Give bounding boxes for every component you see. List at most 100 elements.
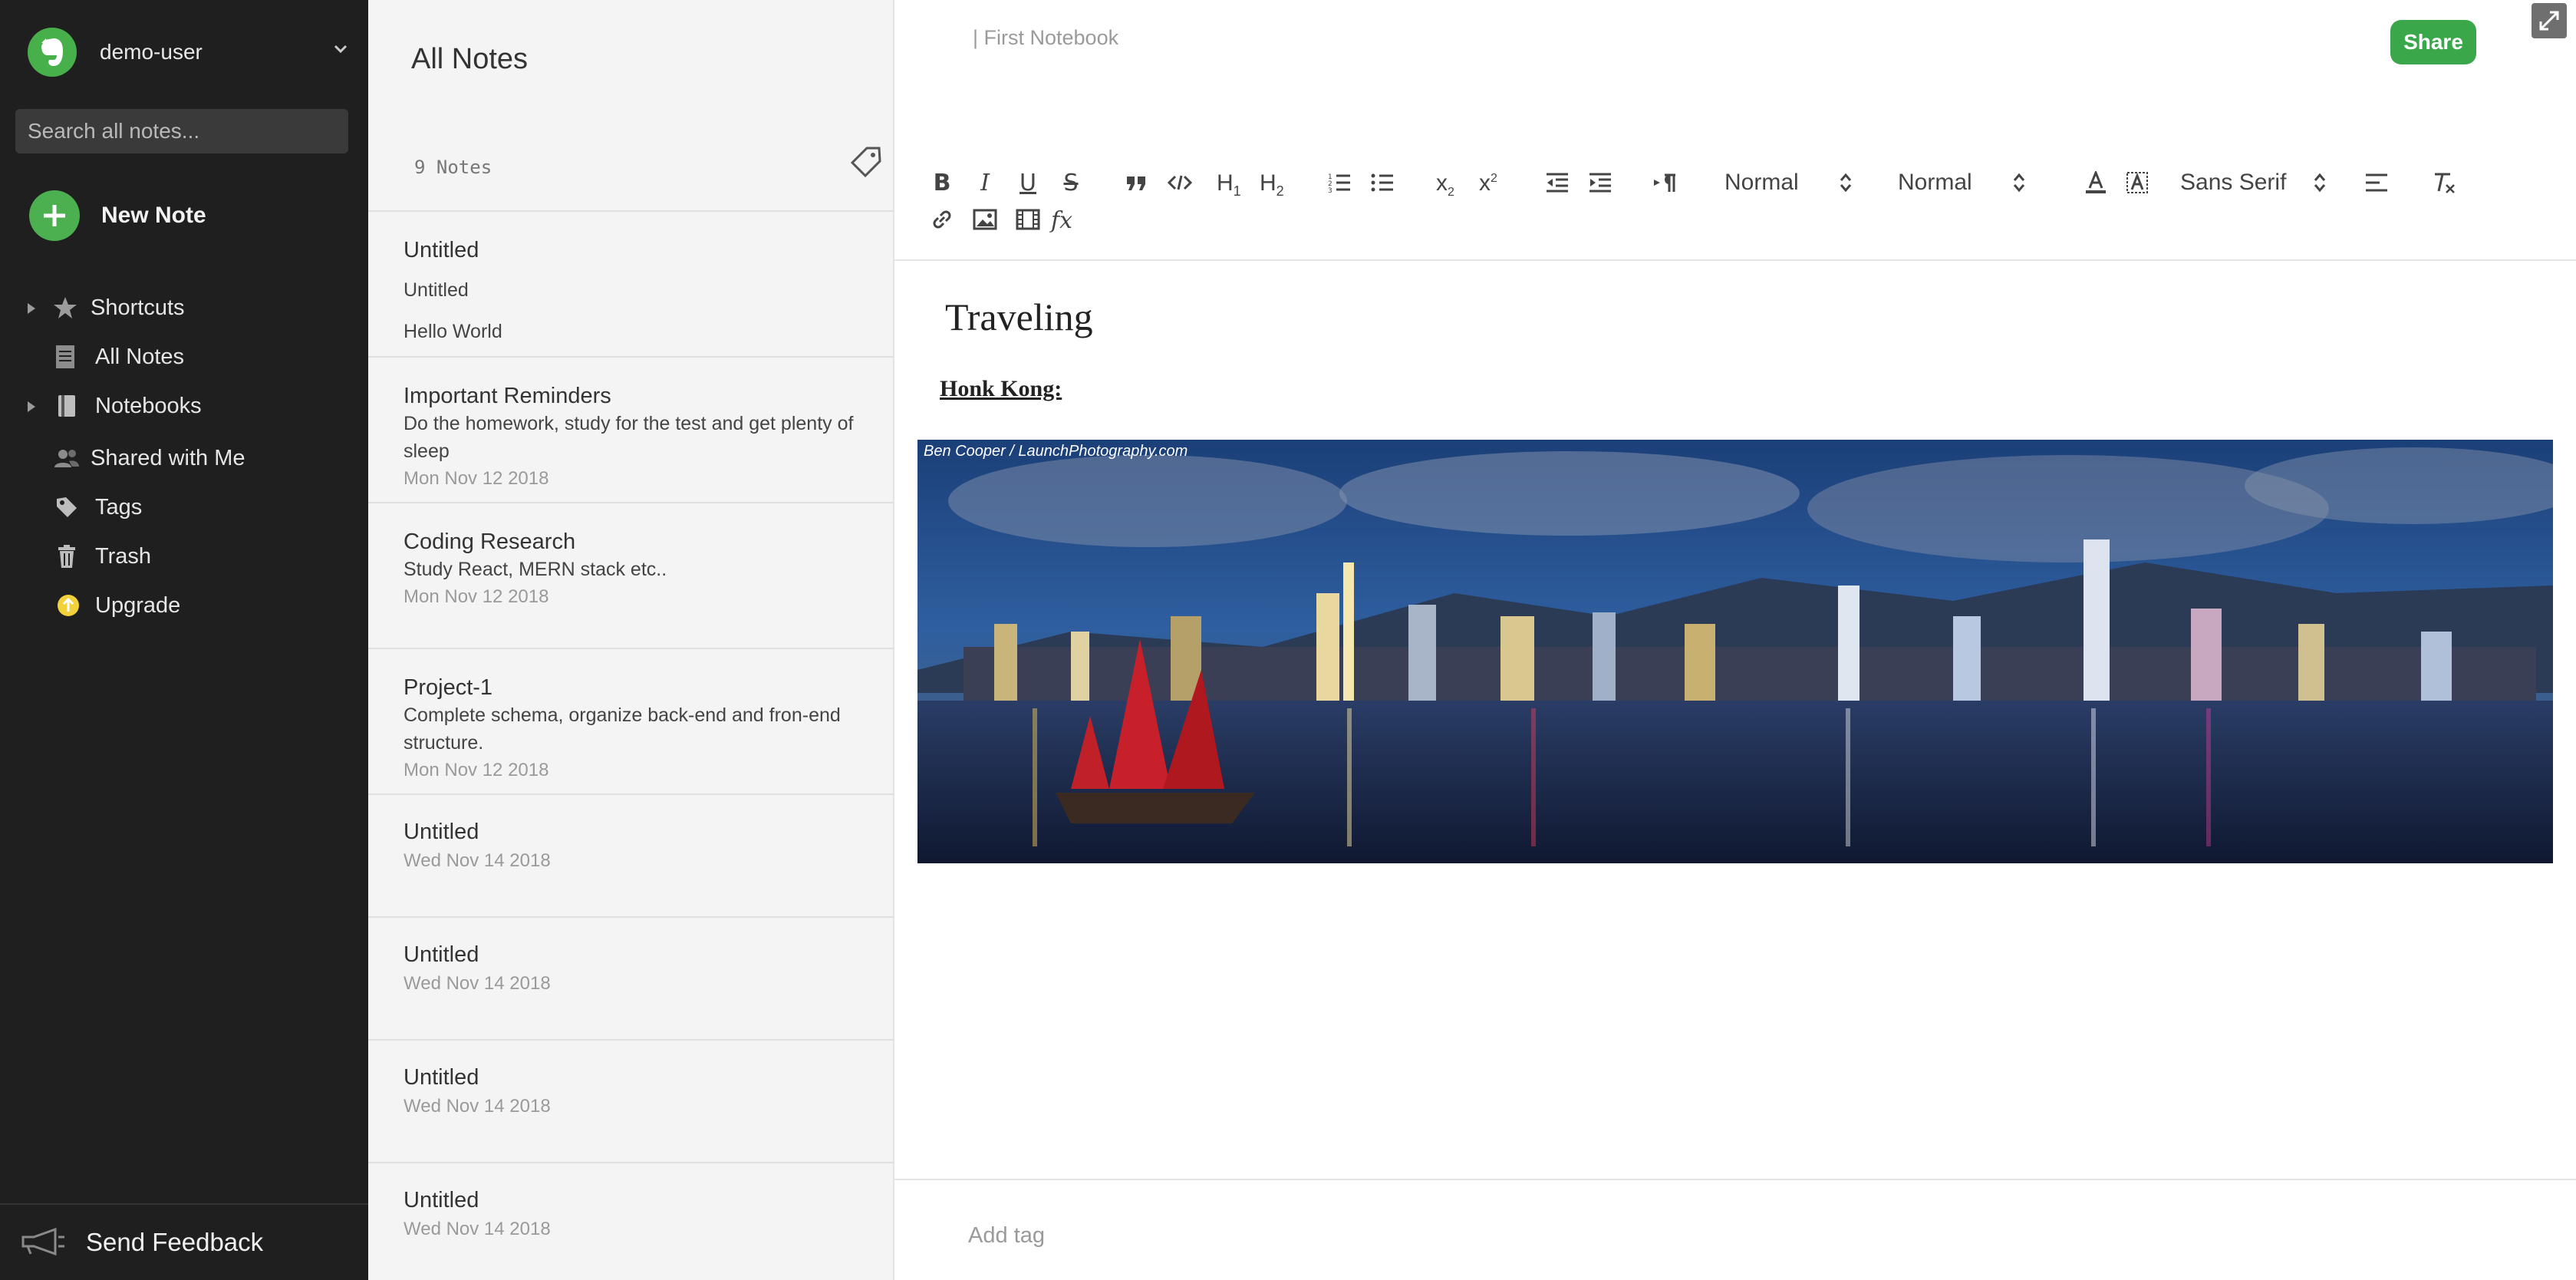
new-note-button[interactable]: New Note [29,190,206,241]
share-button[interactable]: Share [2390,20,2476,64]
video-icon[interactable] [1013,204,1043,235]
trash-icon [54,543,80,569]
megaphone-icon [20,1227,66,1259]
svg-text:3: 3 [1328,187,1332,193]
text-direction-icon[interactable] [1651,167,1682,198]
outdent-icon[interactable] [1542,167,1573,198]
sidebar-item-label: Notebooks [95,393,202,418]
sidebar-item-tags[interactable]: Tags [0,488,368,526]
subscript-icon[interactable]: x2 [1436,170,1454,200]
notes-list-title: All Notes [411,43,529,75]
note-title: Untitled [404,1188,479,1212]
header-select[interactable]: Normal [1724,167,1799,198]
code-block-icon[interactable] [1164,167,1195,198]
superscript-icon[interactable]: x2 [1479,170,1497,196]
note-date: Wed Nov 14 2018 [404,1219,551,1239]
tag-filter-icon[interactable] [850,146,882,182]
blockquote-icon[interactable] [1122,167,1152,198]
sidebar-item-label: All Notes [95,344,185,369]
text-color-icon[interactable] [2080,167,2111,198]
sidebar-item-shortcuts[interactable]: Shortcuts [0,289,368,327]
username: demo-user [100,40,203,64]
document-icon [52,344,78,370]
note-item[interactable]: Coding Research Study React, MERN stack … [368,502,893,648]
note-item[interactable]: Untitled Wed Nov 14 2018 [368,1162,893,1280]
note-title-heading[interactable]: Traveling [945,295,1093,339]
select-caret-icon[interactable] [1840,172,1852,197]
header-select-value: Normal [1724,170,1799,195]
size-select[interactable]: Normal [1898,167,1972,198]
note-snippet: Hello World [404,321,502,342]
note-date: Wed Nov 14 2018 [404,850,551,871]
clear-formatting-icon[interactable] [2429,167,2459,198]
bold-icon[interactable]: B [927,167,957,198]
send-feedback-label: Send Feedback [86,1228,264,1256]
sidebar-item-all-notes[interactable]: All Notes [0,338,368,376]
notebook-selector[interactable]: | First Notebook [973,26,1118,50]
sidebar-item-label: Trash [95,543,152,569]
select-caret-icon[interactable] [2314,172,2326,197]
people-icon [54,445,80,471]
italic-icon[interactable]: I [970,167,1000,198]
formula-icon[interactable]: fx [1051,207,1072,234]
sidebar-item-label: Shared with Me [91,445,245,470]
note-title: Untitled [404,942,479,967]
note-date: Wed Nov 14 2018 [404,1096,551,1117]
note-date: Mon Nov 12 2018 [404,760,549,780]
note-title: Untitled [404,1065,479,1090]
font-select[interactable]: Sans Serif [2180,167,2286,198]
expand-arrow-icon[interactable] [26,295,37,321]
note-title: Untitled [404,820,479,844]
font-select-value: Sans Serif [2180,170,2287,195]
note-title: Untitled [404,238,479,262]
note-editor: | First Notebook Share B I U S H1 H2 123… [894,0,2576,1280]
sidebar-item-upgrade[interactable]: Upgrade [0,586,368,625]
sidebar-item-trash[interactable]: Trash [0,537,368,576]
align-icon[interactable] [2361,167,2392,198]
chevron-down-icon[interactable] [331,40,350,62]
note-title: Coding Research [404,529,576,554]
formatting-toolbar: B I U S H1 H2 123 x2 x2 Normal Normal Sa… [894,161,2576,261]
underline-icon[interactable]: U [1013,167,1043,198]
select-caret-icon[interactable] [2013,172,2025,197]
note-date: Mon Nov 12 2018 [404,586,549,607]
note-item[interactable]: Untitled Wed Nov 14 2018 [368,793,893,916]
ordered-list-icon[interactable]: 123 [1324,167,1355,198]
bullet-list-icon[interactable] [1367,167,1398,198]
sidebar-item-notebooks[interactable]: Notebooks [0,387,368,425]
tag-bar [894,1179,2576,1280]
user-menu[interactable]: demo-user [28,28,350,77]
search-input[interactable] [15,109,348,153]
add-tag-input[interactable] [968,1223,1428,1249]
size-select-value: Normal [1898,170,1972,195]
note-item[interactable]: Important Reminders Do the homework, stu… [368,356,893,502]
note-image: Ben Cooper / LaunchPhotography.com [917,440,2553,863]
background-color-icon[interactable] [2122,167,2153,198]
notes-count: 9 Notes [414,157,492,178]
note-item[interactable]: Project-1 Complete schema, organize back… [368,648,893,793]
note-item[interactable]: Untitled Wed Nov 14 2018 [368,916,893,1039]
notebook-icon [54,393,80,419]
note-snippet: Do the homework, study for the test and … [404,413,854,462]
strikethrough-icon[interactable]: S [1056,167,1086,198]
heading-2-icon[interactable]: H2 [1260,170,1284,200]
heading-1-icon[interactable]: H1 [1217,170,1241,200]
sidebar-item-label: Upgrade [95,592,181,618]
image-icon[interactable] [970,204,1000,235]
evernote-logo-icon [28,28,77,77]
new-note-label: New Note [101,203,206,228]
notes-list-panel: All Notes 9 Notes Untitled Untitled Hell… [368,0,894,1280]
expand-arrow-icon[interactable] [26,394,37,419]
sidebar-item-label: Shortcuts [91,295,185,320]
note-title: Important Reminders [404,384,611,408]
send-feedback-button[interactable]: Send Feedback [0,1203,368,1280]
note-item[interactable]: Untitled Wed Nov 14 2018 [368,1039,893,1162]
expand-icon[interactable] [2532,3,2567,38]
sidebar-item-shared-with-me[interactable]: Shared with Me [0,439,368,477]
note-item[interactable]: Untitled Untitled Hello World [368,210,893,356]
link-icon[interactable] [927,204,957,235]
indent-icon[interactable] [1585,167,1616,198]
note-snippet: Untitled [404,279,469,301]
note-subheading[interactable]: Honk Kong: [940,376,1062,402]
tag-icon [54,494,80,520]
